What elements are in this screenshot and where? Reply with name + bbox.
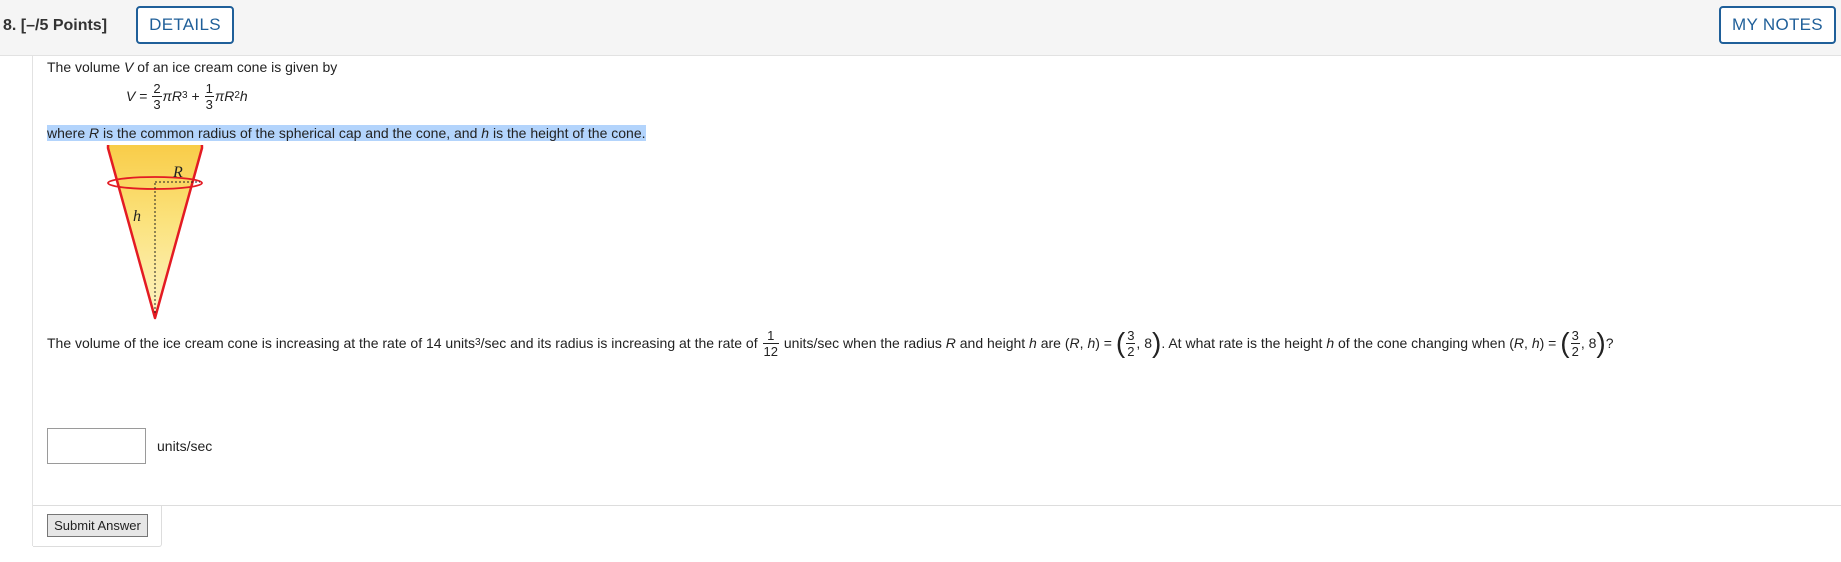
question-header: 8. [–/5 Points] DETAILS MY NOTES bbox=[0, 0, 1841, 56]
where-text: where R is the common radius of the sphe… bbox=[47, 125, 646, 141]
intro-text: The volume V of an ice cream cone is giv… bbox=[47, 59, 338, 75]
divider bbox=[33, 505, 1841, 506]
volume-formula: V = 23 πR 3 + 13 πR 2 h bbox=[126, 80, 248, 112]
ice-cream-cone-figure: R h bbox=[106, 145, 204, 320]
points-label: [–/5 Points] bbox=[20, 17, 108, 34]
submit-answer-button[interactable]: Submit Answer bbox=[47, 514, 148, 537]
fraction-one-twelfth: 1 12 bbox=[762, 327, 779, 359]
question-title: 8. [–/5 Points] bbox=[3, 17, 107, 35]
fraction-two-thirds: 23 bbox=[152, 80, 162, 112]
fraction-one-third: 13 bbox=[204, 80, 214, 112]
my-notes-button[interactable]: MY NOTES bbox=[1719, 6, 1836, 44]
rate-statement: The volume of the ice cream cone is incr… bbox=[47, 327, 1614, 359]
question-body: The volume V of an ice cream cone is giv… bbox=[32, 56, 1841, 547]
fraction-three-halves-2: 32 bbox=[1570, 327, 1580, 359]
fraction-three-halves: 32 bbox=[1126, 327, 1136, 359]
details-button[interactable]: DETAILS bbox=[136, 6, 234, 44]
height-label: h bbox=[133, 208, 141, 225]
question-number: 8. bbox=[3, 17, 17, 34]
answer-input[interactable] bbox=[47, 428, 146, 464]
radius-label: R bbox=[172, 164, 183, 181]
answer-units: units/sec bbox=[157, 438, 213, 454]
